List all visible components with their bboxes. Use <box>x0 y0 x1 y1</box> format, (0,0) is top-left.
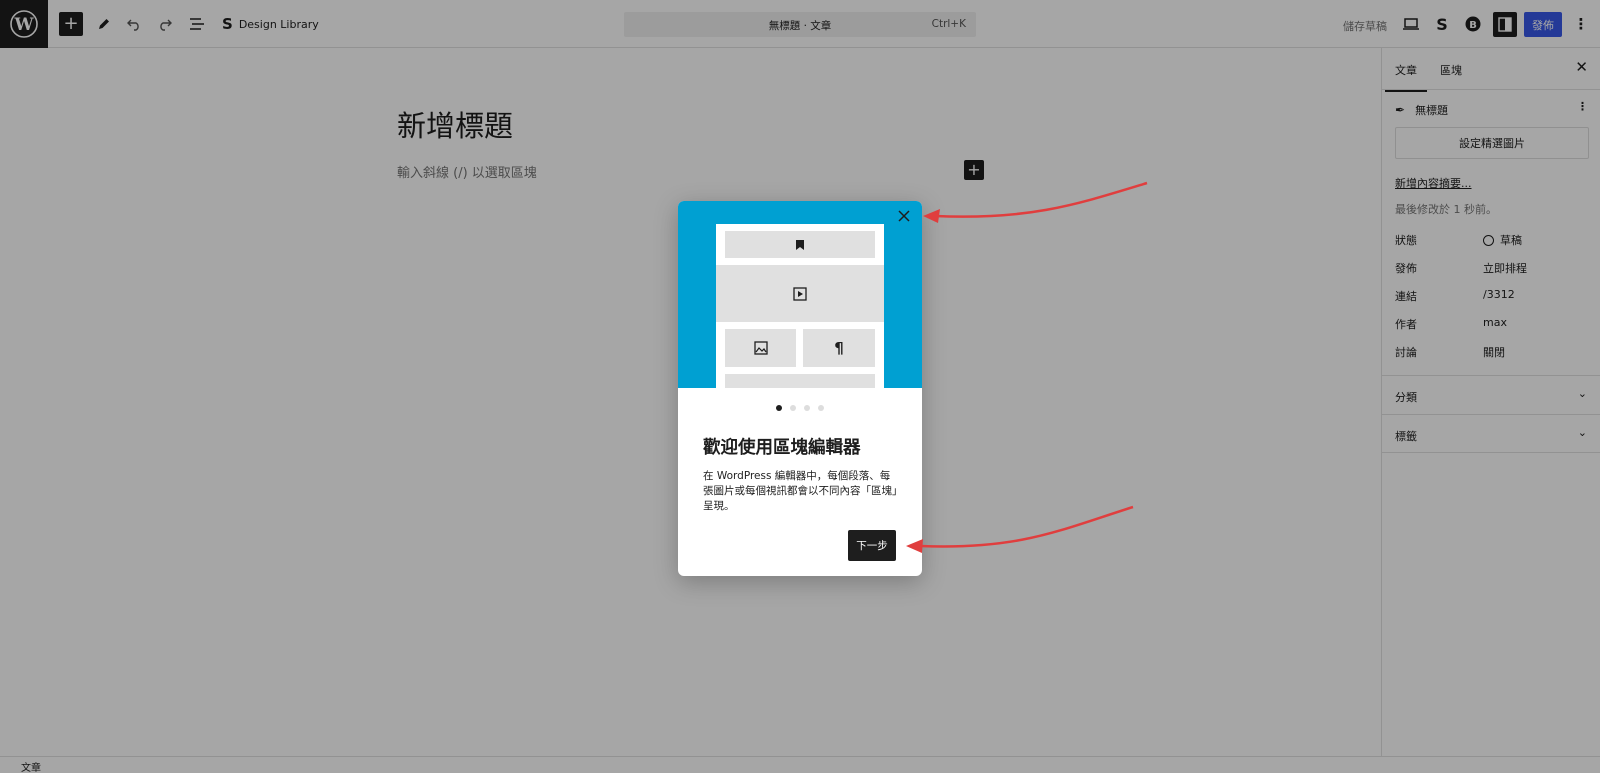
next-button[interactable]: 下一步 <box>848 530 896 561</box>
close-icon[interactable] <box>894 208 914 228</box>
modal-body-text: 在 WordPress 編輯器中，每個段落、每張圖片或每個視訊都會以不同內容「區… <box>703 470 898 512</box>
paragraph-icon: ¶ <box>803 329 875 367</box>
page-dot-4[interactable] <box>818 405 824 411</box>
editor-mockup-illustration: ¶ <box>716 224 884 388</box>
page-dot-1[interactable] <box>776 405 782 411</box>
modal-heading: 歡迎使用區塊編輯器 <box>703 438 861 458</box>
page-indicator <box>678 405 922 411</box>
bookmark-icon <box>725 231 875 258</box>
image-icon <box>725 329 796 367</box>
video-play-icon <box>716 265 884 322</box>
mockup-block <box>725 374 875 388</box>
welcome-illustration: ¶ <box>678 201 922 388</box>
page-dot-2[interactable] <box>790 405 796 411</box>
page-dot-3[interactable] <box>804 405 810 411</box>
welcome-guide-modal: ¶ 歡迎使用區塊編輯器 在 WordPress 編輯器中，每個段落、每張圖片或每… <box>678 201 922 576</box>
